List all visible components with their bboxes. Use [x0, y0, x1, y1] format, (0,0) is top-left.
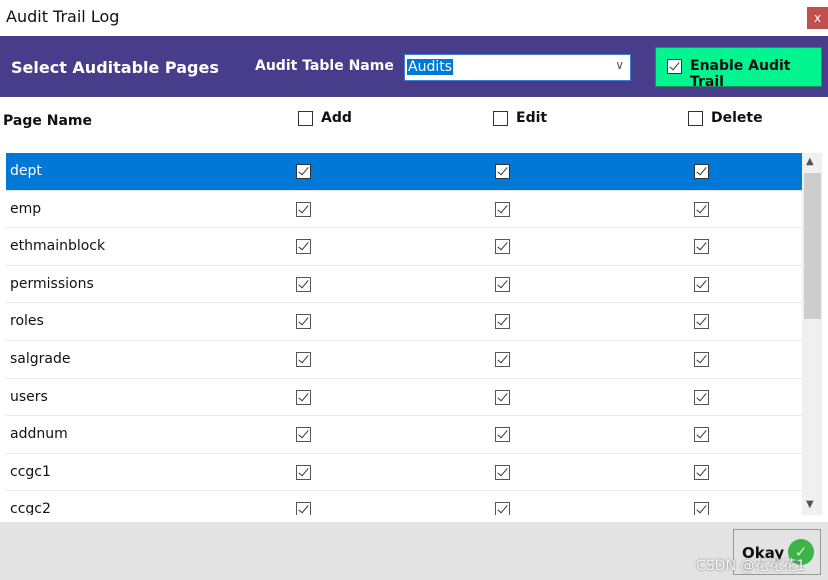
- table-row[interactable]: ccgc1: [6, 454, 802, 492]
- pages-grid: dept emp ethmainblock permissions roles salgr…: [6, 153, 802, 515]
- delete-checkbox[interactable]: [694, 464, 709, 480]
- header-title: Select Auditable Pages: [11, 58, 219, 77]
- delete-checkbox[interactable]: [694, 239, 709, 255]
- add-checkbox[interactable]: [296, 464, 311, 480]
- table-row[interactable]: emp: [6, 191, 802, 229]
- add-all-checkbox[interactable]: [298, 110, 313, 126]
- page-name-cell: dept: [10, 163, 42, 179]
- page-name-cell: roles: [10, 313, 44, 330]
- table-row[interactable]: roles: [6, 303, 802, 341]
- add-checkbox[interactable]: [296, 276, 311, 292]
- page-name-cell: addnum: [10, 426, 68, 443]
- table-row[interactable]: dept: [6, 153, 802, 191]
- window-title: Audit Trail Log: [6, 7, 120, 26]
- page-name-cell: permissions: [10, 275, 94, 292]
- scroll-down-icon[interactable]: ▼: [806, 499, 814, 510]
- watermark: CSDN @花花花1: [696, 558, 806, 574]
- add-checkbox[interactable]: [296, 389, 311, 405]
- edit-checkbox[interactable]: [495, 464, 510, 480]
- add-checkbox[interactable]: [296, 239, 311, 255]
- add-checkbox[interactable]: [296, 427, 311, 443]
- edit-checkbox[interactable]: [495, 276, 510, 292]
- edit-checkbox[interactable]: [495, 502, 510, 515]
- delete-checkbox[interactable]: [694, 427, 709, 443]
- enable-audit-trail-label: Enable Audit Trail: [690, 58, 791, 90]
- table-row[interactable]: salgrade: [6, 341, 802, 379]
- edit-checkbox[interactable]: [495, 239, 510, 255]
- table-row[interactable]: ccgc2: [6, 491, 802, 515]
- page-name-cell: ethmainblock: [10, 238, 106, 255]
- delete-checkbox[interactable]: [694, 352, 709, 367]
- close-button[interactable]: x: [807, 7, 828, 29]
- delete-all-checkbox[interactable]: [688, 110, 703, 126]
- enable-audit-trail-checkbox[interactable]: [667, 59, 682, 74]
- add-checkbox[interactable]: [296, 201, 311, 217]
- audit-table-label: Audit Table Name: [255, 58, 394, 74]
- add-checkbox[interactable]: [296, 314, 311, 330]
- edit-checkbox[interactable]: [495, 314, 510, 330]
- column-edit[interactable]: Edit: [493, 110, 547, 126]
- column-add-label: Add: [321, 110, 352, 126]
- edit-checkbox[interactable]: [495, 352, 510, 367]
- page-name-cell: salgrade: [10, 351, 71, 367]
- delete-checkbox[interactable]: [694, 276, 709, 292]
- chevron-down-icon[interactable]: ∨: [615, 58, 624, 72]
- delete-checkbox[interactable]: [694, 201, 709, 217]
- column-add[interactable]: Add: [298, 110, 352, 126]
- delete-checkbox[interactable]: [694, 502, 709, 515]
- scroll-up-icon[interactable]: ▲: [806, 156, 814, 167]
- delete-checkbox[interactable]: [694, 164, 709, 179]
- edit-checkbox[interactable]: [495, 201, 510, 217]
- title-bar: Audit Trail Log x: [0, 0, 828, 36]
- page-name-cell: ccgc1: [10, 463, 51, 480]
- table-row[interactable]: ethmainblock: [6, 228, 802, 266]
- column-delete-label: Delete: [711, 110, 763, 126]
- edit-all-checkbox[interactable]: [493, 110, 508, 126]
- add-checkbox[interactable]: [296, 502, 311, 515]
- table-row[interactable]: users: [6, 379, 802, 417]
- vertical-scrollbar[interactable]: ▲ ▼: [802, 153, 822, 515]
- delete-checkbox[interactable]: [694, 389, 709, 405]
- column-delete[interactable]: Delete: [688, 110, 763, 126]
- page-name-cell: emp: [10, 200, 42, 217]
- column-page-name: Page Name: [3, 113, 92, 129]
- scrollbar-thumb[interactable]: [804, 173, 821, 319]
- add-checkbox[interactable]: [296, 164, 311, 179]
- table-row[interactable]: addnum: [6, 416, 802, 454]
- add-checkbox[interactable]: [296, 352, 311, 367]
- table-row[interactable]: permissions: [6, 266, 802, 304]
- delete-checkbox[interactable]: [694, 314, 709, 330]
- column-edit-label: Edit: [516, 110, 548, 126]
- page-name-cell: ccgc2: [10, 501, 51, 515]
- edit-checkbox[interactable]: [495, 389, 510, 405]
- edit-checkbox[interactable]: [495, 427, 510, 443]
- audit-table-value: Audits: [407, 59, 454, 75]
- edit-checkbox[interactable]: [495, 164, 510, 179]
- page-name-cell: users: [10, 388, 48, 405]
- enable-audit-trail-toggle[interactable]: Enable Audit Trail: [655, 47, 822, 90]
- audit-table-combo[interactable]: Audits ∨: [404, 54, 631, 81]
